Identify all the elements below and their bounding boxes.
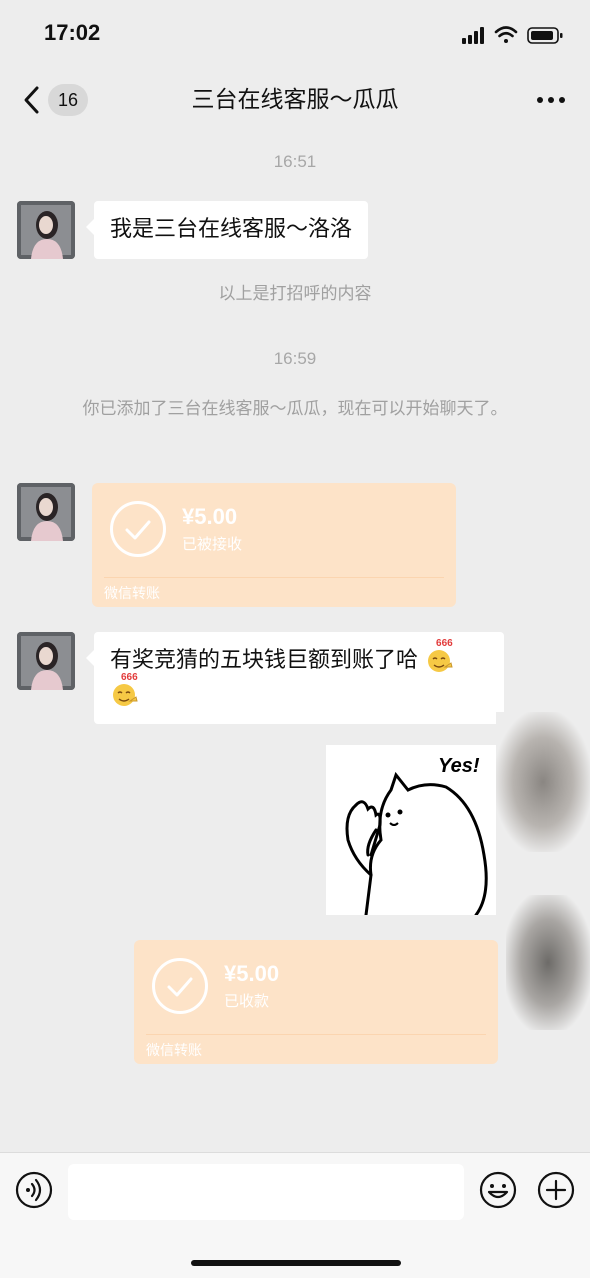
- voice-icon[interactable]: [14, 1170, 54, 1210]
- check-circle-icon: [152, 958, 208, 1014]
- avatar-photo: [17, 483, 75, 541]
- transfer-footer: 微信转账: [146, 1043, 202, 1059]
- avatar[interactable]: [17, 632, 75, 690]
- sticker-text: Yes!: [438, 755, 480, 777]
- message-bubble[interactable]: 有奖竞猜的五块钱巨额到账了哈 666 666: [86, 632, 504, 724]
- message-text: 我是三台在线客服～洛洛: [110, 217, 353, 242]
- message-text: 有奖竞猜的五块钱巨额到账了哈: [110, 648, 419, 673]
- timestamp: 16:59: [273, 349, 317, 368]
- avatar-photo: [17, 632, 75, 690]
- more-dots-icon[interactable]: [536, 96, 566, 104]
- home-indicator: [191, 1260, 401, 1266]
- divider: [146, 1034, 486, 1035]
- message-bubble[interactable]: 我是三台在线客服～洛洛: [85, 201, 369, 259]
- check-circle-icon: [110, 501, 166, 557]
- emoji-666-icon: 666: [425, 638, 455, 673]
- emoji-label: 666: [121, 672, 138, 683]
- wifi-icon: [494, 26, 518, 43]
- chat-title: 三台在线客服～瓜瓜: [191, 87, 399, 113]
- status-time: 17:02: [44, 20, 101, 45]
- status-icons: [462, 26, 563, 44]
- system-notice: 你已添加了三台在线客服～瓜瓜，现在可以开始聊天了。: [82, 399, 508, 419]
- emoji-face-icon[interactable]: [478, 1170, 518, 1210]
- smudge-artifact: [496, 712, 590, 852]
- smudge-artifact: [506, 895, 590, 1030]
- avatar[interactable]: [17, 201, 75, 259]
- transfer-amount: ¥5.00: [224, 961, 280, 986]
- timestamp: 16:51: [273, 152, 317, 171]
- system-note: 以上是打招呼的内容: [218, 284, 372, 304]
- message-input[interactable]: [68, 1164, 464, 1220]
- signal-icon: [462, 27, 484, 44]
- emoji-label: 666: [436, 638, 453, 649]
- transfer-status: 已收款: [224, 992, 270, 1010]
- sticker-image[interactable]: Yes!: [326, 745, 496, 917]
- plus-icon[interactable]: [536, 1170, 576, 1210]
- battery-icon: [527, 27, 563, 44]
- transfer-card[interactable]: ¥5.00 已被接收 微信转账: [92, 483, 456, 607]
- transfer-amount: ¥5.00: [182, 504, 238, 529]
- transfer-card[interactable]: ¥5.00 已收款 微信转账: [134, 940, 498, 1064]
- avatar-photo: [17, 201, 75, 259]
- divider: [104, 577, 444, 578]
- avatar[interactable]: [17, 483, 75, 541]
- transfer-footer: 微信转账: [104, 586, 160, 602]
- transfer-status: 已被接收: [182, 535, 243, 553]
- emoji-666-icon: 666: [110, 672, 140, 707]
